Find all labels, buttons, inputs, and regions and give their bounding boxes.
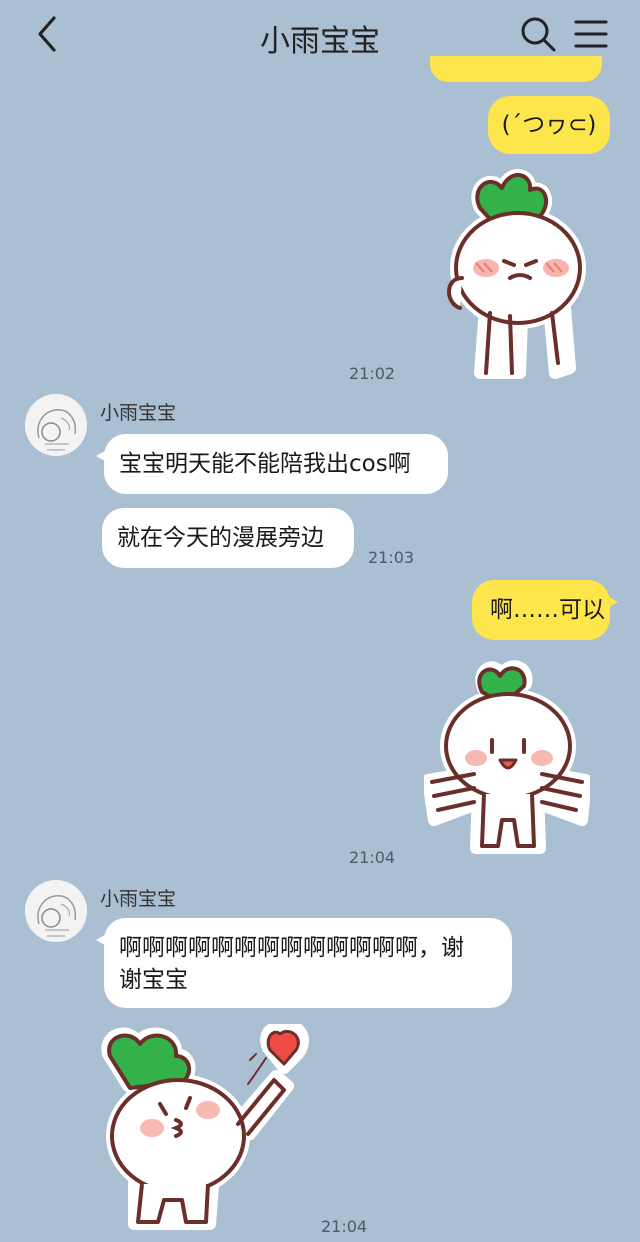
search-icon: [521, 17, 556, 52]
contact-avatar[interactable]: [25, 394, 87, 456]
message-bubble-incoming[interactable]: 就在今天的漫展旁边: [102, 508, 354, 568]
radish-sticker-blowing-kiss[interactable]: [98, 1024, 318, 1234]
message-bubble-incoming[interactable]: 啊啊啊啊啊啊啊啊啊啊啊啊啊，谢 谢宝宝: [96, 918, 512, 1008]
sender-name: 小雨宝宝: [100, 402, 177, 424]
avatar-sketch-image: [25, 394, 87, 456]
bubble-tail: [96, 932, 110, 948]
radish-sticker-happy-wings[interactable]: [424, 660, 590, 858]
bubble-tail: [96, 448, 110, 464]
message-timestamp: 21:04: [349, 848, 396, 867]
menu-button[interactable]: [572, 14, 610, 54]
message-bubble-outgoing[interactable]: (´つヮ⊂): [488, 96, 610, 154]
contact-avatar[interactable]: [25, 880, 87, 942]
radish-sticker-shy[interactable]: [440, 168, 590, 384]
message-timestamp: 21:02: [349, 364, 396, 383]
sender-name: 小雨宝宝: [100, 888, 177, 910]
message-bubble-partial[interactable]: [430, 56, 602, 82]
message-text: 就在今天的漫展旁边: [117, 525, 324, 551]
message-text: 宝宝明天能不能陪我出cos啊: [119, 451, 411, 477]
message-text-line2: 谢宝宝: [119, 967, 188, 993]
message-bubble-outgoing[interactable]: 啊……可以: [472, 580, 618, 640]
hamburger-menu-icon: [574, 20, 608, 48]
message-text: 啊……可以: [490, 597, 605, 623]
message-timestamp: 21:04: [321, 1217, 368, 1236]
avatar-sketch-image: [25, 880, 87, 942]
message-bubble-incoming[interactable]: 宝宝明天能不能陪我出cos啊: [96, 434, 448, 494]
message-text: (´つヮ⊂): [501, 112, 597, 138]
message-timestamp: 21:03: [368, 548, 415, 567]
message-text-line1: 啊啊啊啊啊啊啊啊啊啊啊啊啊，谢: [119, 935, 464, 961]
bubble-tail: [604, 594, 618, 610]
search-button[interactable]: [518, 14, 558, 54]
